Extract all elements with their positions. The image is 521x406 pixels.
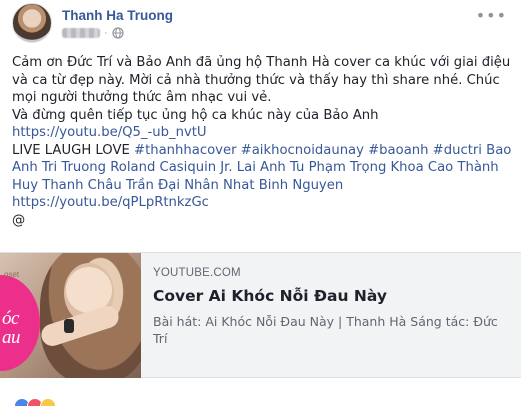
post-paragraph-1: Cảm ơn Đức Trí và Bảo Anh đã ủng hộ Than… bbox=[12, 55, 511, 105]
video-thumbnail[interactable]: oset óc au bbox=[0, 253, 141, 378]
meta-separator: · bbox=[104, 27, 108, 39]
preview-description: Bài hát: Ai Khóc Nỗi Đau Này | Thanh Hà … bbox=[153, 314, 498, 346]
post-meta: · bbox=[62, 27, 124, 39]
author-avatar[interactable] bbox=[12, 3, 52, 43]
thumbnail-caption-small: oset bbox=[4, 270, 20, 279]
hashtag-links[interactable]: #thanhhacover #aikhocnoidaunay #baoanh #… bbox=[134, 143, 482, 158]
globe-icon[interactable] bbox=[112, 27, 124, 39]
youtube-link-2[interactable]: https://youtu.be/qPLpRtnkzGc bbox=[12, 195, 209, 210]
post-paragraph-3: LIVE LAUGH LOVE #thanhhacover #aikhocnoi… bbox=[12, 142, 512, 195]
post-header: Thanh Ha Truong · ••• bbox=[0, 0, 521, 44]
preview-domain: YOUTUBE.COM bbox=[153, 267, 241, 279]
preview-title[interactable]: Cover Ai Khóc Nỗi Đau Này bbox=[153, 286, 513, 306]
preview-info: YOUTUBE.COM Cover Ai Khóc Nỗi Đau Này Bà… bbox=[153, 267, 513, 347]
post-paragraph-2: Và đừng quên tiếp tục ủng hộ ca khúc này… bbox=[12, 107, 512, 142]
reaction-icons[interactable] bbox=[14, 398, 56, 406]
youtube-link-1[interactable]: https://youtu.be/Q5_-ub_nvtU bbox=[12, 125, 207, 140]
timestamp-blurred[interactable] bbox=[62, 28, 100, 38]
author-name[interactable]: Thanh Ha Truong bbox=[62, 8, 173, 23]
thumbnail-caption: óc au bbox=[2, 308, 21, 348]
tagline: LIVE LAUGH LOVE bbox=[12, 142, 135, 158]
wow-icon bbox=[40, 398, 56, 406]
post-text-line: Và đừng quên tiếp tục ủng hộ ca khúc này… bbox=[12, 107, 379, 123]
post-paragraph-5: @ bbox=[12, 212, 26, 228]
thumbnail-watch bbox=[64, 319, 74, 333]
post-body: Cảm ơn Đức Trí và Bảo Anh đã ủng hộ Than… bbox=[12, 54, 512, 229]
link-preview-card[interactable]: oset óc au YOUTUBE.COM Cover Ai Khóc Nỗi… bbox=[0, 252, 521, 378]
more-options-icon[interactable]: ••• bbox=[476, 6, 507, 25]
post-paragraph-4: https://youtu.be/qPLpRtnkzGc bbox=[12, 194, 512, 212]
